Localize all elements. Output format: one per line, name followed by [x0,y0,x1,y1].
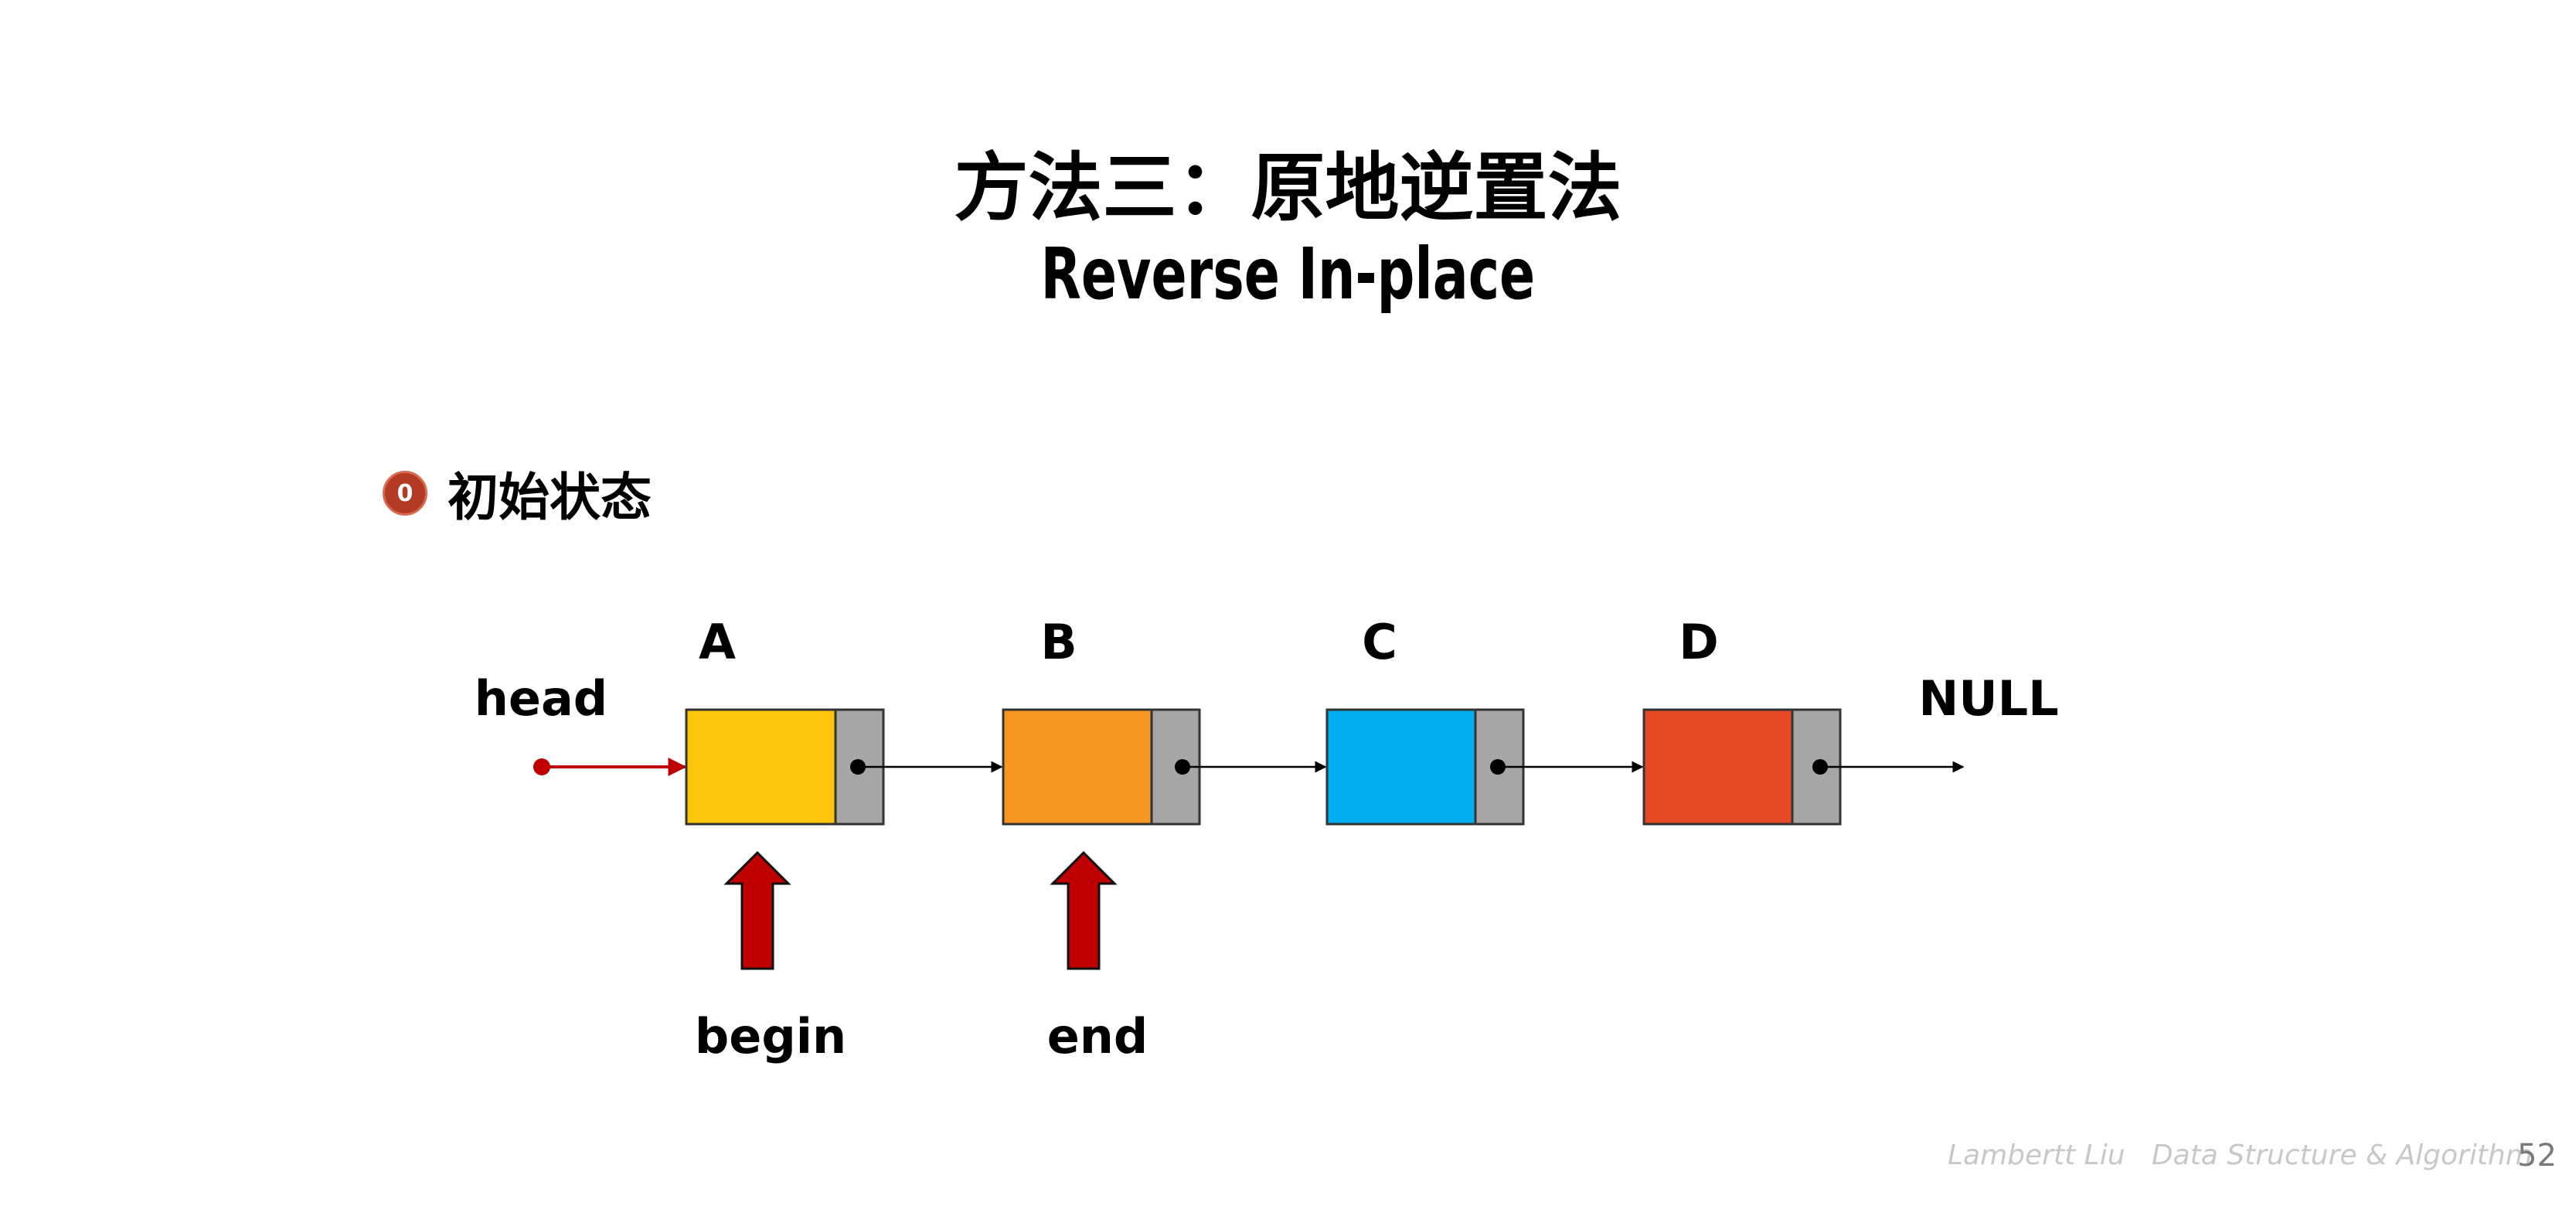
begin-pointer-arrow [723,850,791,970]
node-b-data-box [1002,708,1153,826]
end-pointer-label: end [1047,1008,1148,1065]
footer-credit: Lambertt Liu Data Structure & Algorithm [1948,1140,2533,1171]
page-number: 52 [2517,1138,2557,1174]
null-label: NULL [1918,670,2058,727]
footer-author: Lambertt Liu [1948,1140,2125,1171]
node-a-data-box [685,708,837,826]
begin-pointer-label: begin [695,1008,846,1065]
node-d-label: D [1679,614,1718,670]
linked-list-diagram: head A B C D NULL begin end [475,614,2059,1065]
node-c-label: C [1362,614,1397,670]
head-label: head [475,670,607,727]
node-c-data-box [1325,708,1477,826]
end-pointer-arrow [1050,850,1118,970]
node-a-label: A [699,614,736,670]
footer-course: Data Structure & Algorithm [2151,1140,2533,1171]
node-d-data-box [1642,708,1794,826]
node-b-label: B [1040,614,1077,670]
